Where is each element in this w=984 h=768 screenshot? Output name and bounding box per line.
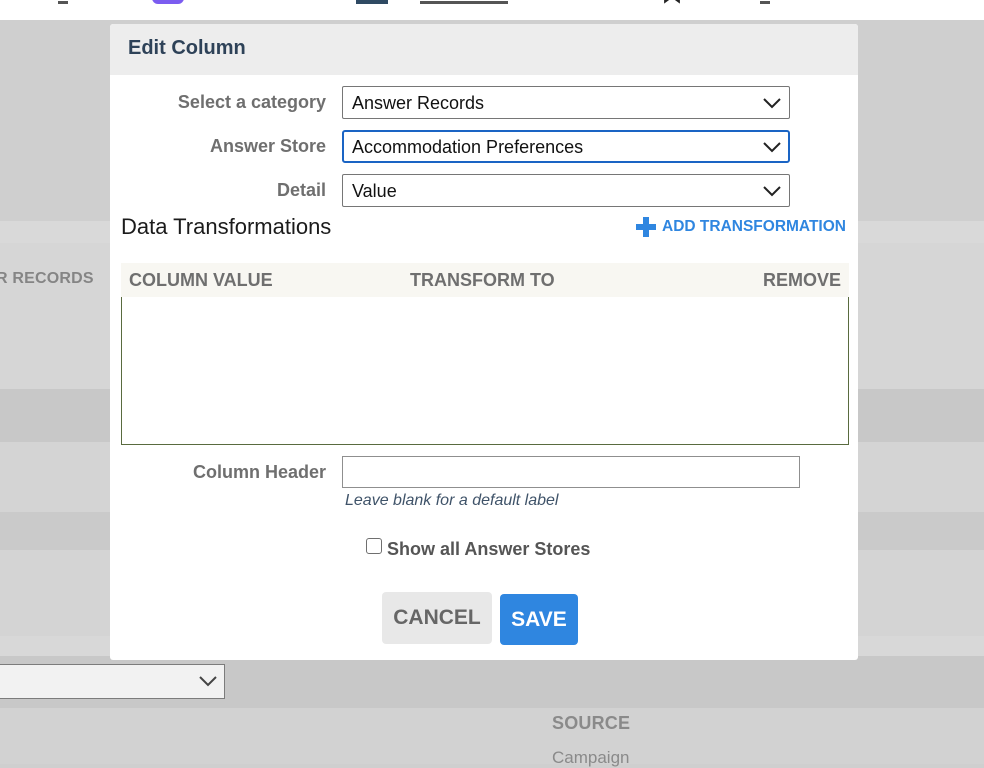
- detail-select[interactable]: Value: [342, 174, 790, 207]
- answer-store-label: Answer Store: [209, 136, 326, 156]
- top-navigation-bar: ⋈: [0, 0, 984, 20]
- detail-select-value: Value: [352, 181, 397, 201]
- detail-label: Detail: [276, 180, 326, 200]
- answer-store-select-value: Accommodation Preferences: [352, 137, 584, 157]
- dialog-title: Edit Column: [128, 37, 246, 59]
- add-transformation-label: ADD TRANSFORMATION: [662, 218, 846, 235]
- chevron-down-icon: [763, 98, 781, 109]
- show-all-answer-stores-option: Show all Answer Stores: [366, 532, 590, 560]
- transformations-table-body: [121, 297, 849, 445]
- category-label: Select a category: [177, 92, 326, 112]
- column-header-remove: REMOVE: [762, 270, 841, 290]
- edit-column-dialog: Edit Column Select a category Answer Rec…: [110, 24, 858, 660]
- dialog-header: Edit Column: [110, 24, 858, 75]
- category-select-value: Answer Records: [352, 93, 485, 113]
- plus-icon: [636, 217, 657, 237]
- column-header-hint: Leave blank for a default label: [345, 492, 559, 509]
- nav-icon: [356, 0, 388, 4]
- show-all-answer-stores-label[interactable]: Show all Answer Stores: [387, 539, 590, 560]
- background-cell-campaign: Campaign: [552, 748, 630, 767]
- nav-icon: [420, 0, 508, 4]
- column-header-input[interactable]: [342, 456, 800, 488]
- category-select[interactable]: Answer Records: [342, 86, 790, 119]
- background-row: [0, 708, 984, 764]
- save-button[interactable]: SAVE: [500, 594, 578, 645]
- column-header-column-value: COLUMN VALUE: [129, 270, 273, 290]
- answer-store-select[interactable]: Accommodation Preferences: [342, 130, 790, 163]
- app-logo-icon: [152, 0, 184, 4]
- nav-icon: [58, 0, 68, 4]
- column-header-transform-to: TRANSFORM TO: [410, 270, 555, 290]
- nav-icon: [760, 0, 770, 4]
- bookmark-icon: ⋈: [662, 0, 686, 7]
- data-transformations-heading: Data Transformations: [121, 214, 332, 239]
- chevron-down-icon: [763, 186, 781, 197]
- background-section-label: R RECORDS: [0, 270, 94, 287]
- chevron-down-icon: [763, 142, 781, 153]
- show-all-answer-stores-checkbox[interactable]: [366, 538, 382, 554]
- transformations-table-header: COLUMN VALUE TRANSFORM TO REMOVE: [121, 263, 849, 297]
- cancel-button[interactable]: CANCEL: [382, 592, 492, 644]
- add-transformation-button[interactable]: ADD TRANSFORMATION: [636, 217, 846, 237]
- background-dropdown: [0, 664, 225, 699]
- chevron-down-icon: [199, 676, 217, 687]
- column-header-label: Column Header: [192, 462, 326, 482]
- background-column-header-source: SOURCE: [552, 713, 631, 733]
